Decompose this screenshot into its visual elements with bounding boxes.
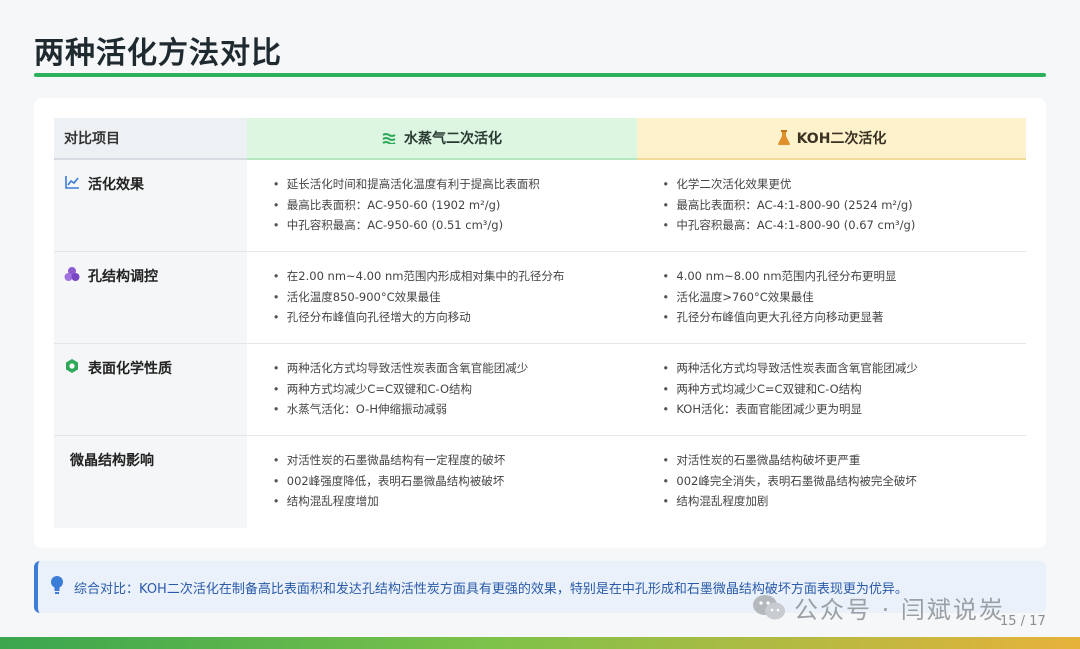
row-label: 表面化学性质 [54, 344, 247, 435]
page-number: 15 / 17 [1000, 614, 1046, 629]
koh-cell: 两种活化方式均导致活性炭表面含氧官能团减少 两种方式均减少C=C双键和C-O结构… [636, 344, 1026, 435]
table-row: 孔结构调控 在2.00 nm~4.00 nm范围内形成相对集中的孔径分布 活化温… [54, 252, 1026, 344]
title-divider [34, 73, 1046, 77]
comparison-card: 对比项目 水蒸气二次活化 KOH二次活化 活化效果 • 延长活化时间和提高活化温… [34, 98, 1046, 548]
steam-cell: 在2.00 nm~4.00 nm范围内形成相对集中的孔径分布 活化温度850-9… [247, 252, 637, 343]
lightbulb-icon [50, 575, 64, 599]
steam-cell: 对活性炭的石墨微晶结构有一定程度的破坏 002峰强度降低，表明石墨微晶结构被破坏… [247, 436, 637, 528]
row-label: 孔结构调控 [54, 252, 247, 343]
list-item: 中孔容积最高：AC-4:1-800-90 (0.67 cm³/g) [662, 215, 1026, 236]
row-label-text: 活化效果 [88, 177, 144, 193]
wechat-icon [752, 594, 786, 622]
list-item: 孔径分布峰值向孔径增大的方向移动 [273, 307, 637, 328]
koh-cell: 4.00 nm~8.00 nm范围内孔径分布更明显 活化温度>760°C效果最佳… [636, 252, 1026, 343]
list-item: KOH活化：表面官能团减少更为明显 [662, 399, 1026, 420]
list-item: 对活性炭的石墨微晶结构有一定程度的破坏 [273, 450, 637, 471]
table-header: 对比项目 水蒸气二次活化 KOH二次活化 [54, 118, 1026, 160]
koh-cell: 化学二次活化效果更优 最高比表面积：AC-4:1-800-90 (2524 m²… [636, 160, 1026, 251]
list-item: 化学二次活化效果更优 [662, 174, 1026, 195]
steam-cell: 两种活化方式均导致活性炭表面含氧官能团减少 两种方式均减少C=C双键和C-O结构… [247, 344, 637, 435]
steam-cell: 延长活化时间和提高活化温度有利于提高比表面积 最高比表面积：AC-950-60 … [247, 160, 637, 251]
row-label: 活化效果 [54, 160, 247, 251]
list-item: 两种活化方式均导致活性炭表面含氧官能团减少 [662, 358, 1026, 379]
header-steam: 水蒸气二次活化 [247, 118, 637, 160]
page-title: 两种活化方法对比 [34, 36, 282, 71]
list-item: 最高比表面积：AC-950-60 (1902 m²/g) [273, 195, 637, 216]
list-item: 结构混乱程度加剧 [662, 491, 1026, 512]
list-item: 结构混乱程度增加 [273, 491, 637, 512]
bottom-gradient-bar [0, 637, 1080, 649]
list-item: 两种方式均减少C=C双键和C-O结构 [273, 379, 637, 400]
list-item: 两种方式均减少C=C双键和C-O结构 [662, 379, 1026, 400]
header-koh-label: KOH二次活化 [796, 131, 887, 147]
list-item: 两种活化方式均导致活性炭表面含氧官能团减少 [273, 358, 637, 379]
header-item: 对比项目 [54, 118, 247, 160]
list-item: 孔径分布峰值向更大孔径方向移动更显著 [662, 307, 1026, 328]
row-label-text: 孔结构调控 [88, 269, 158, 285]
comparison-table: 对比项目 水蒸气二次活化 KOH二次活化 活化效果 • 延长活化时间和提高活化温… [54, 118, 1026, 528]
list-item: 活化温度850-900°C效果最佳 [273, 287, 637, 308]
koh-cell: 对活性炭的石墨微晶结构破坏更严重 002峰完全消失，表明石墨微晶结构被完全破坏 … [636, 436, 1026, 528]
header-koh: KOH二次活化 [637, 118, 1026, 160]
list-item: 002峰强度降低，表明石墨微晶结构被破坏 [273, 471, 637, 492]
header-steam-label: 水蒸气二次活化 [404, 131, 502, 147]
list-item: 对活性炭的石墨微晶结构破坏更严重 [662, 450, 1026, 471]
line-chart-icon [64, 174, 80, 190]
list-item: 在2.00 nm~4.00 nm范围内形成相对集中的孔径分布 [273, 266, 637, 287]
table-row: 活化效果 延长活化时间和提高活化温度有利于提高比表面积 最高比表面积：AC-95… [54, 160, 1026, 252]
list-item: 4.00 nm~8.00 nm范围内孔径分布更明显 [662, 266, 1026, 287]
list-item: 水蒸气活化：O-H伸缩振动减弱 [273, 399, 637, 420]
cubes-icon [64, 266, 80, 282]
watermark-text: 公众号 · 闫斌说炭 [794, 596, 1005, 624]
list-item: 中孔容积最高：AC-950-60 (0.51 cm³/g) [273, 215, 637, 236]
list-item: 002峰完全消失，表明石墨微晶结构被完全破坏 [662, 471, 1026, 492]
steam-waves-icon [382, 132, 398, 144]
list-item: 最高比表面积：AC-4:1-800-90 (2524 m²/g) [662, 195, 1026, 216]
table-row: 表面化学性质 两种活化方式均导致活性炭表面含氧官能团减少 两种方式均减少C=C双… [54, 344, 1026, 436]
watermark: 公众号 · 闫斌说炭 [752, 590, 1005, 625]
list-item: 活化温度>760°C效果最佳 [662, 287, 1026, 308]
row-label-text: 微晶结构影响 [70, 453, 154, 469]
table-row: 微晶结构影响 对活性炭的石墨微晶结构有一定程度的破坏 002峰强度降低，表明石墨… [54, 436, 1026, 528]
list-item: 延长活化时间和提高活化温度有利于提高比表面积 [273, 174, 637, 195]
flask-icon [777, 130, 791, 146]
row-label-text: 表面化学性质 [88, 361, 172, 377]
molecule-icon [64, 358, 80, 374]
row-label: 微晶结构影响 [54, 436, 247, 528]
